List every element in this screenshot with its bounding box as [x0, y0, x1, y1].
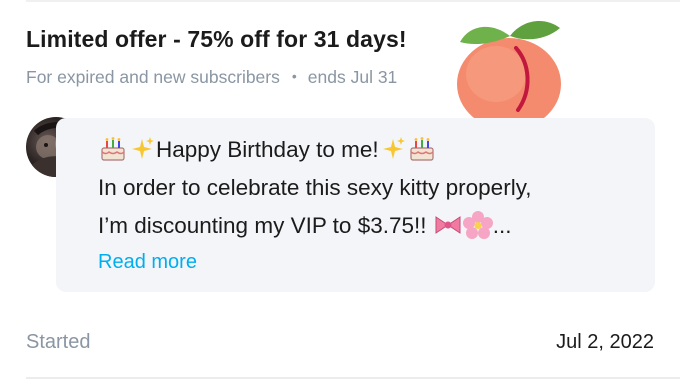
- offer-title: Limited offer - 75% off for 31 days!: [26, 26, 407, 52]
- divider: [26, 0, 680, 2]
- cherry-blossom-icon: [462, 211, 493, 240]
- discount-text: I’m discounting my VIP to $3.75!!: [98, 213, 427, 238]
- started-label: Started: [26, 331, 91, 353]
- ellipsis: ...: [492, 213, 512, 238]
- cake-icon: [410, 137, 434, 161]
- sparkles-icon: [382, 137, 405, 160]
- message-line-1: Happy Birthday to me!: [98, 137, 437, 165]
- peach-icon: [457, 21, 561, 130]
- cake-icon: [101, 137, 125, 161]
- read-more-link[interactable]: Read more: [98, 251, 197, 274]
- offer-subtitle: For expired and new subscribers • ends Jul…: [26, 67, 397, 88]
- offer-audience: For expired and new subscribers: [26, 67, 280, 87]
- message-line-3: I’m discounting my VIP to $3.75!! ...: [98, 211, 512, 241]
- birthday-text: Happy Birthday to me!: [156, 137, 379, 162]
- offer-end-date: ends Jul 31: [307, 67, 398, 87]
- sparkles-icon: [132, 137, 154, 160]
- message-line-2: In order to celebrate this sexy kitty pr…: [98, 175, 532, 200]
- ribbon-icon: [435, 216, 461, 234]
- started-date: Jul 2, 2022: [556, 331, 654, 353]
- separator-dot: •: [291, 68, 297, 84]
- offer-card: Limited offer - 75% off for 31 days! For…: [0, 0, 680, 381]
- divider: [26, 377, 680, 379]
